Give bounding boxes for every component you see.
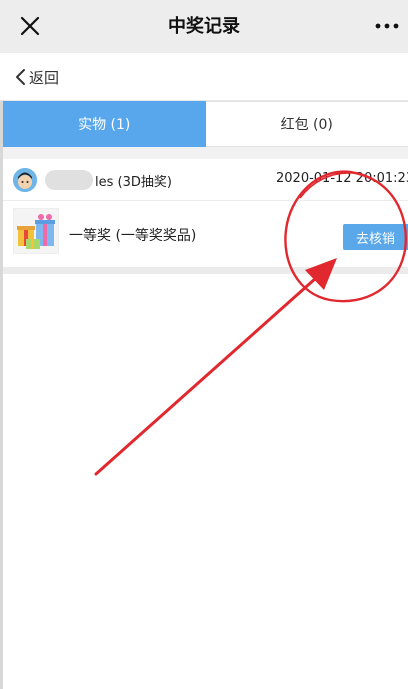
redeem-button[interactable]: 去核销	[343, 224, 408, 250]
close-icon[interactable]	[16, 12, 44, 40]
navigation-bar: 返回	[0, 53, 408, 101]
chevron-left-icon	[16, 69, 25, 85]
gift-box-icon	[13, 208, 59, 254]
win-record-card: les (3D抽奖) 2020-01-12 20:01:23 一等奖 (一等奖奖…	[3, 159, 408, 267]
back-label: 返回	[29, 68, 60, 87]
page-title: 中奖记录	[168, 16, 240, 37]
blurred-username	[45, 170, 93, 190]
record-header: les (3D抽奖) 2020-01-12 20:01:23	[3, 159, 408, 201]
back-button[interactable]: 返回	[14, 65, 59, 89]
tab-red-envelopes[interactable]: 红包 (0)	[205, 101, 408, 147]
page: 中奖记录 返回 实物 (1) 红包 (0) les (3D抽奖) 2020-01…	[0, 0, 408, 689]
title-bar: 中奖记录	[0, 0, 408, 53]
win-timestamp: 2020-01-12 20:01:23	[276, 171, 408, 186]
card-bottom-border	[3, 267, 408, 274]
tab-bar: 实物 (1) 红包 (0)	[3, 101, 408, 147]
username-suffix: les (3D抽奖)	[95, 175, 172, 190]
section-gap	[3, 147, 408, 159]
annotation-arrow-shaft	[94, 276, 318, 476]
tab-physical-prizes[interactable]: 实物 (1)	[3, 101, 206, 147]
more-dots-icon[interactable]	[374, 16, 400, 36]
prize-row: 一等奖 (一等奖奖品) 去核销	[3, 201, 408, 267]
avatar	[13, 168, 37, 192]
prize-name: 一等奖 (一等奖奖品)	[69, 228, 197, 244]
